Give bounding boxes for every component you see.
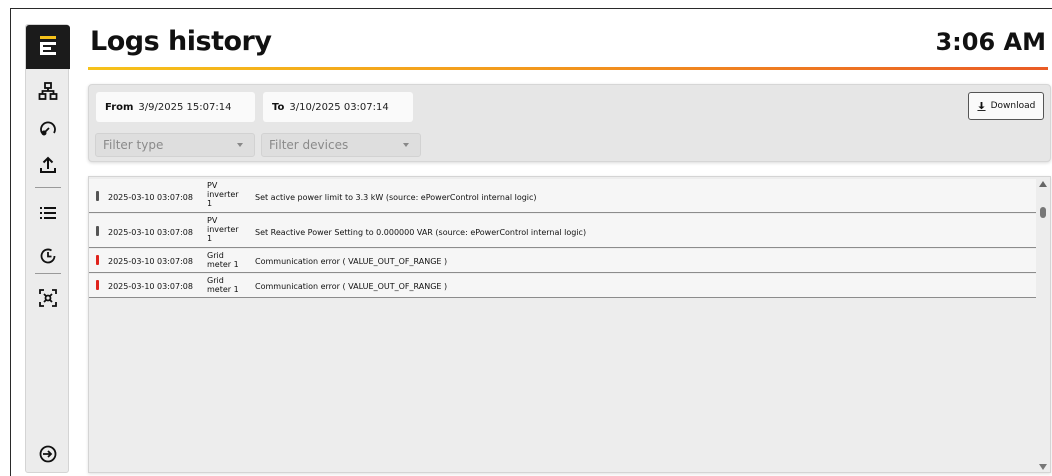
log-timestamp: 2025-03-10 03:07:08 bbox=[108, 282, 193, 291]
download-icon bbox=[977, 101, 986, 111]
clock: 3:06 AM bbox=[935, 28, 1046, 56]
to-label: To bbox=[272, 101, 285, 113]
log-message: Communication error ( VALUE_OUT_OF_RANGE… bbox=[255, 282, 448, 291]
logout-icon[interactable] bbox=[35, 441, 61, 467]
log-message: Set Reactive Power Setting to 0.000000 V… bbox=[255, 228, 587, 237]
log-level-indicator bbox=[96, 191, 99, 201]
download-label: Download bbox=[990, 101, 1036, 111]
log-level-indicator bbox=[96, 280, 99, 290]
log-timestamp: 2025-03-10 03:07:08 bbox=[108, 193, 193, 202]
to-date-picker[interactable]: To 3/10/2025 03:07:14 bbox=[263, 92, 413, 122]
log-device: PV inverter 1 bbox=[207, 216, 239, 243]
log-device: Grid meter 1 bbox=[207, 251, 239, 269]
filter-devices-placeholder: Filter devices bbox=[269, 138, 349, 152]
log-message: Set active power limit to 3.3 kW (source… bbox=[255, 193, 537, 202]
list-icon[interactable] bbox=[35, 200, 61, 226]
log-row[interactable]: 2025-03-10 03:07:08 PV inverter 1 Set Re… bbox=[89, 214, 1037, 248]
log-timestamp: 2025-03-10 03:07:08 bbox=[108, 257, 193, 266]
log-row[interactable]: 2025-03-10 03:07:08 Grid meter 1 Communi… bbox=[89, 249, 1037, 273]
filter-devices-select[interactable]: Filter devices bbox=[261, 133, 421, 157]
sidebar bbox=[25, 24, 70, 473]
logs-list[interactable]: 2025-03-10 03:07:08 PV inverter 1 Set ac… bbox=[88, 176, 1051, 473]
chevron-down-icon bbox=[403, 143, 409, 147]
page-title: Logs history bbox=[90, 26, 272, 57]
log-timestamp: 2025-03-10 03:07:08 bbox=[108, 228, 193, 237]
from-label: From bbox=[105, 101, 134, 113]
chevron-down-icon bbox=[237, 143, 243, 147]
upload-icon[interactable] bbox=[35, 152, 61, 178]
gauge-icon[interactable] bbox=[35, 115, 61, 141]
to-value: 3/10/2025 03:07:14 bbox=[289, 101, 389, 113]
download-button[interactable]: Download bbox=[968, 92, 1044, 120]
log-row[interactable]: 2025-03-10 03:07:08 Grid meter 1 Communi… bbox=[89, 274, 1037, 298]
filter-panel: From 3/9/2025 15:07:14 To 3/10/2025 03:0… bbox=[88, 84, 1051, 162]
header-accent-line bbox=[88, 67, 1048, 70]
filter-type-select[interactable]: Filter type bbox=[95, 133, 255, 157]
from-value: 3/9/2025 15:07:14 bbox=[138, 101, 232, 113]
scan-icon[interactable] bbox=[35, 285, 61, 311]
log-level-indicator bbox=[96, 255, 99, 265]
sidebar-divider bbox=[35, 273, 61, 274]
log-row[interactable]: 2025-03-10 03:07:08 PV inverter 1 Set ac… bbox=[89, 179, 1037, 213]
scrollbar-thumb[interactable] bbox=[1040, 207, 1046, 218]
from-date-picker[interactable]: From 3/9/2025 15:07:14 bbox=[96, 92, 255, 122]
sidebar-divider bbox=[35, 187, 61, 188]
scroll-up-arrow-icon[interactable] bbox=[1039, 181, 1047, 187]
log-device: Grid meter 1 bbox=[207, 276, 239, 294]
history-clock-icon[interactable] bbox=[35, 243, 61, 269]
log-device: PV inverter 1 bbox=[207, 181, 239, 208]
log-message: Communication error ( VALUE_OUT_OF_RANGE… bbox=[255, 257, 448, 266]
e-logo-icon[interactable] bbox=[26, 25, 70, 69]
filter-type-placeholder: Filter type bbox=[103, 138, 164, 152]
log-level-indicator bbox=[96, 226, 99, 236]
sitemap-icon[interactable] bbox=[35, 78, 61, 104]
scrollbar[interactable] bbox=[1036, 177, 1050, 472]
scroll-down-arrow-icon[interactable] bbox=[1039, 464, 1047, 470]
